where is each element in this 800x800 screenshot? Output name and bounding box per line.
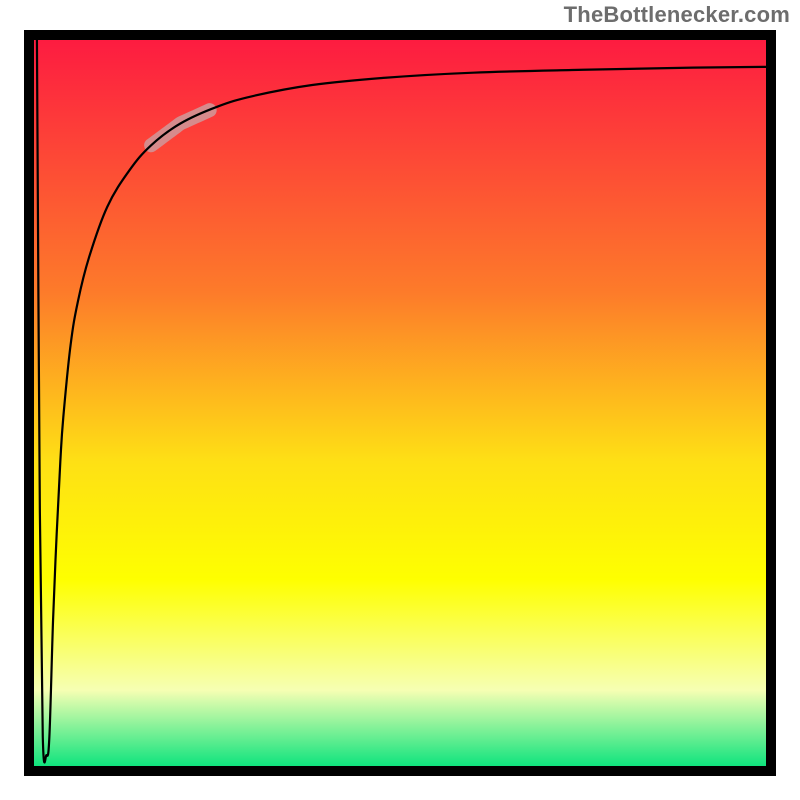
gradient-background <box>29 35 771 771</box>
attribution-text: TheBottlenecker.com <box>564 2 790 28</box>
chart-box <box>24 30 776 776</box>
bottleneck-chart <box>24 30 776 776</box>
chart-wrapper: TheBottlenecker.com <box>0 0 800 800</box>
